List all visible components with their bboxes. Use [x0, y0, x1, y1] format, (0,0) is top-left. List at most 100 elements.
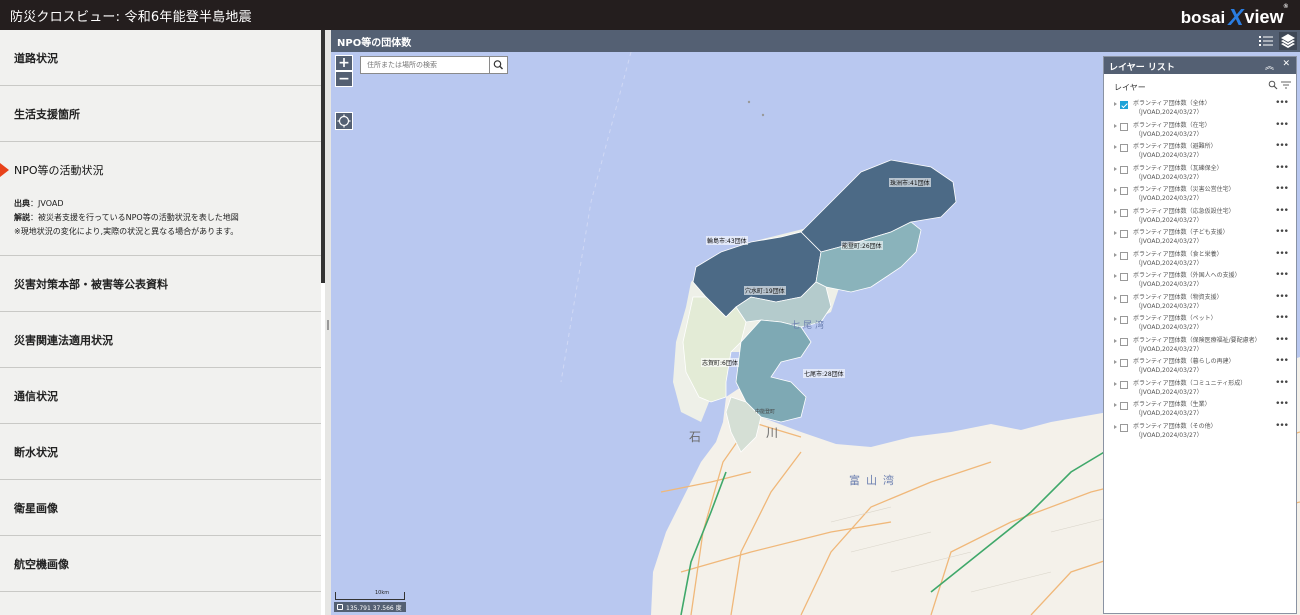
expand-caret-icon[interactable] — [1114, 338, 1117, 343]
place-label-toyama-bay: 富山湾 — [849, 474, 900, 487]
more-options-icon[interactable]: ••• — [1275, 249, 1289, 259]
more-options-icon[interactable]: ••• — [1275, 292, 1289, 302]
address-search-input[interactable] — [361, 57, 491, 73]
layer-name: ボランティア団体数（食と栄養） — [1133, 250, 1223, 258]
layer-visibility-checkbox[interactable] — [1120, 380, 1128, 389]
locate-button[interactable] — [335, 112, 353, 130]
expand-caret-icon[interactable] — [1114, 274, 1117, 278]
layer-panel-title: レイヤー リスト — [1109, 63, 1175, 73]
layer-row[interactable]: ボランティア団体数（瓦礫保全） （JVOAD,2024/03/27） ••• — [1104, 161, 1296, 183]
sidebar-item-label: 道路状況 — [14, 51, 58, 65]
layer-visibility-checkbox[interactable] — [1120, 165, 1128, 174]
collapse-icon[interactable]: ︽ — [1265, 59, 1274, 72]
expand-caret-icon[interactable] — [1114, 209, 1117, 214]
layer-filter-icon[interactable] — [1281, 81, 1291, 90]
layer-source: （JVOAD,2024/03/27） — [1135, 410, 1203, 417]
expand-caret-icon[interactable] — [1114, 166, 1117, 171]
more-options-icon[interactable]: ••• — [1275, 98, 1289, 108]
expand-caret-icon[interactable] — [1114, 360, 1117, 364]
bosai-xview-logo[interactable]: bosai X view ® — [1181, 4, 1288, 29]
expand-caret-icon[interactable] — [1114, 424, 1117, 429]
expand-caret-icon[interactable] — [1114, 102, 1117, 106]
expand-caret-icon[interactable] — [1114, 381, 1117, 386]
logo-registered-mark: ® — [1283, 4, 1288, 10]
more-options-icon[interactable]: ••• — [1275, 227, 1289, 237]
layer-name: ボランティア団体数（避難所） — [1133, 143, 1217, 150]
more-options-icon[interactable]: ••• — [1275, 270, 1289, 280]
more-options-icon[interactable]: ••• — [1275, 378, 1289, 388]
layer-row[interactable]: ボランティア団体数（その他） （JVOAD,2024/03/27） ••• — [1104, 419, 1296, 441]
layer-search-icon[interactable] — [1268, 80, 1278, 90]
more-options-icon[interactable]: ••• — [1275, 313, 1289, 323]
layer-visibility-checkbox[interactable] — [1120, 423, 1128, 432]
more-options-icon[interactable]: ••• — [1275, 356, 1289, 366]
more-options-icon[interactable]: ••• — [1275, 421, 1289, 431]
sidebar-item-life-support[interactable]: 生活支援箇所 — [0, 86, 321, 142]
search-button[interactable] — [489, 57, 507, 73]
layer-visibility-checkbox[interactable] — [1120, 101, 1128, 109]
sidebar-item-water-outage[interactable]: 断水状況 — [0, 424, 321, 480]
sidebar-item-aerial-images[interactable]: 航空機画像 — [0, 536, 321, 592]
close-icon[interactable]: ✕ — [1282, 59, 1290, 69]
place-label-ishikawa-1: 石 — [689, 430, 708, 444]
more-options-icon[interactable]: ••• — [1275, 184, 1289, 194]
layer-visibility-checkbox[interactable] — [1120, 294, 1128, 303]
expand-caret-icon[interactable] — [1114, 231, 1117, 235]
expand-caret-icon[interactable] — [1114, 403, 1117, 407]
place-label-nanao-bay: 七尾湾 — [791, 321, 828, 331]
more-options-icon[interactable]: ••• — [1275, 163, 1289, 173]
layers-icon[interactable] — [1279, 32, 1297, 50]
layer-name: ボランティア団体数（外国人への支援） — [1133, 272, 1241, 279]
layer-visibility-checkbox[interactable] — [1120, 208, 1128, 217]
note-line: ※現地状況の変化により,実際の状況と異なる場合があります。 — [14, 227, 239, 236]
sidebar-item-disaster-hq[interactable]: 災害対策本部・被害等公表資料 — [0, 256, 321, 312]
layer-row[interactable]: ボランティア団体数（応急仮設住宅） （JVOAD,2024/03/27） ••• — [1104, 204, 1296, 226]
expand-caret-icon[interactable] — [1114, 317, 1117, 321]
layer-row[interactable]: ボランティア団体数（避難所） （JVOAD,2024/03/27） ••• — [1104, 139, 1296, 161]
layer-row[interactable]: ボランティア団体数（生業） （JVOAD,2024/03/27） ••• — [1104, 397, 1296, 419]
layer-visibility-checkbox[interactable] — [1120, 402, 1128, 410]
layer-row[interactable]: ボランティア団体数（外国人への支援） （JVOAD,2024/03/27） ••• — [1104, 268, 1296, 290]
layer-row[interactable]: ボランティア団体数（ペット） （JVOAD,2024/03/27） ••• — [1104, 311, 1296, 333]
layer-row[interactable]: ボランティア団体数（コミュニティ形成） （JVOAD,2024/03/27） ••• — [1104, 376, 1296, 398]
layer-visibility-checkbox[interactable] — [1120, 316, 1128, 324]
more-options-icon[interactable]: ••• — [1275, 335, 1289, 345]
layer-row[interactable]: ボランティア団体数（災害公営住宅） （JVOAD,2024/03/27） ••• — [1104, 182, 1296, 204]
layer-row[interactable]: ボランティア団体数（食と栄養） （JVOAD,2024/03/27） ••• — [1104, 247, 1296, 269]
expand-caret-icon[interactable] — [1114, 252, 1117, 257]
expand-caret-icon[interactable] — [1114, 188, 1117, 192]
sidebar-item-npo-activity[interactable]: NPO等の活動状況 — [0, 142, 321, 197]
sidebar-item-communication[interactable]: 通信状況 — [0, 368, 321, 424]
legend-list-icon[interactable] — [1258, 33, 1274, 49]
layer-source: （JVOAD,2024/03/27） — [1135, 431, 1203, 439]
municipality-label-anamizu: 穴水町:19団体 — [744, 286, 786, 295]
sidebar-item-disaster-law[interactable]: 災害関連法適用状況 — [0, 312, 321, 368]
expand-caret-icon[interactable] — [1114, 295, 1117, 300]
layer-visibility-checkbox[interactable] — [1120, 144, 1128, 152]
layer-visibility-checkbox[interactable] — [1120, 337, 1128, 346]
expand-caret-icon[interactable] — [1114, 145, 1117, 149]
layer-visibility-checkbox[interactable] — [1120, 187, 1128, 195]
address-search — [360, 56, 508, 74]
layer-row[interactable]: ボランティア団体数（子ども支援） （JVOAD,2024/03/27） ••• — [1104, 225, 1296, 247]
layer-visibility-checkbox[interactable] — [1120, 251, 1128, 260]
zoom-in-button[interactable]: + — [335, 55, 353, 71]
search-icon — [493, 60, 503, 70]
sidebar-item-road-status[interactable]: 道路状況 — [0, 30, 321, 86]
more-options-icon[interactable]: ••• — [1275, 141, 1289, 151]
layer-row[interactable]: ボランティア団体数（保険医療福祉/要配慮者） （JVOAD,2024/03/27）… — [1104, 333, 1296, 355]
sidebar-item-satellite-images[interactable]: 衛星画像 — [0, 480, 321, 536]
layer-visibility-checkbox[interactable] — [1120, 273, 1128, 281]
layer-row[interactable]: ボランティア団体数（全体） （JVOAD,2024/03/27） ••• — [1104, 96, 1296, 118]
layer-visibility-checkbox[interactable] — [1120, 230, 1128, 238]
layer-row[interactable]: ボランティア団体数（物資支援） （JVOAD,2024/03/27） ••• — [1104, 290, 1296, 312]
layer-visibility-checkbox[interactable] — [1120, 359, 1128, 367]
more-options-icon[interactable]: ••• — [1275, 399, 1289, 409]
zoom-out-button[interactable]: − — [335, 71, 353, 87]
more-options-icon[interactable]: ••• — [1275, 120, 1289, 130]
layer-row[interactable]: ボランティア団体数（在宅） （JVOAD,2024/03/27） ••• — [1104, 118, 1296, 140]
layer-visibility-checkbox[interactable] — [1120, 122, 1128, 131]
layer-row[interactable]: ボランティア団体数（暮らしの再建） （JVOAD,2024/03/27） ••• — [1104, 354, 1296, 376]
expand-caret-icon[interactable] — [1114, 123, 1117, 128]
more-options-icon[interactable]: ••• — [1275, 206, 1289, 216]
